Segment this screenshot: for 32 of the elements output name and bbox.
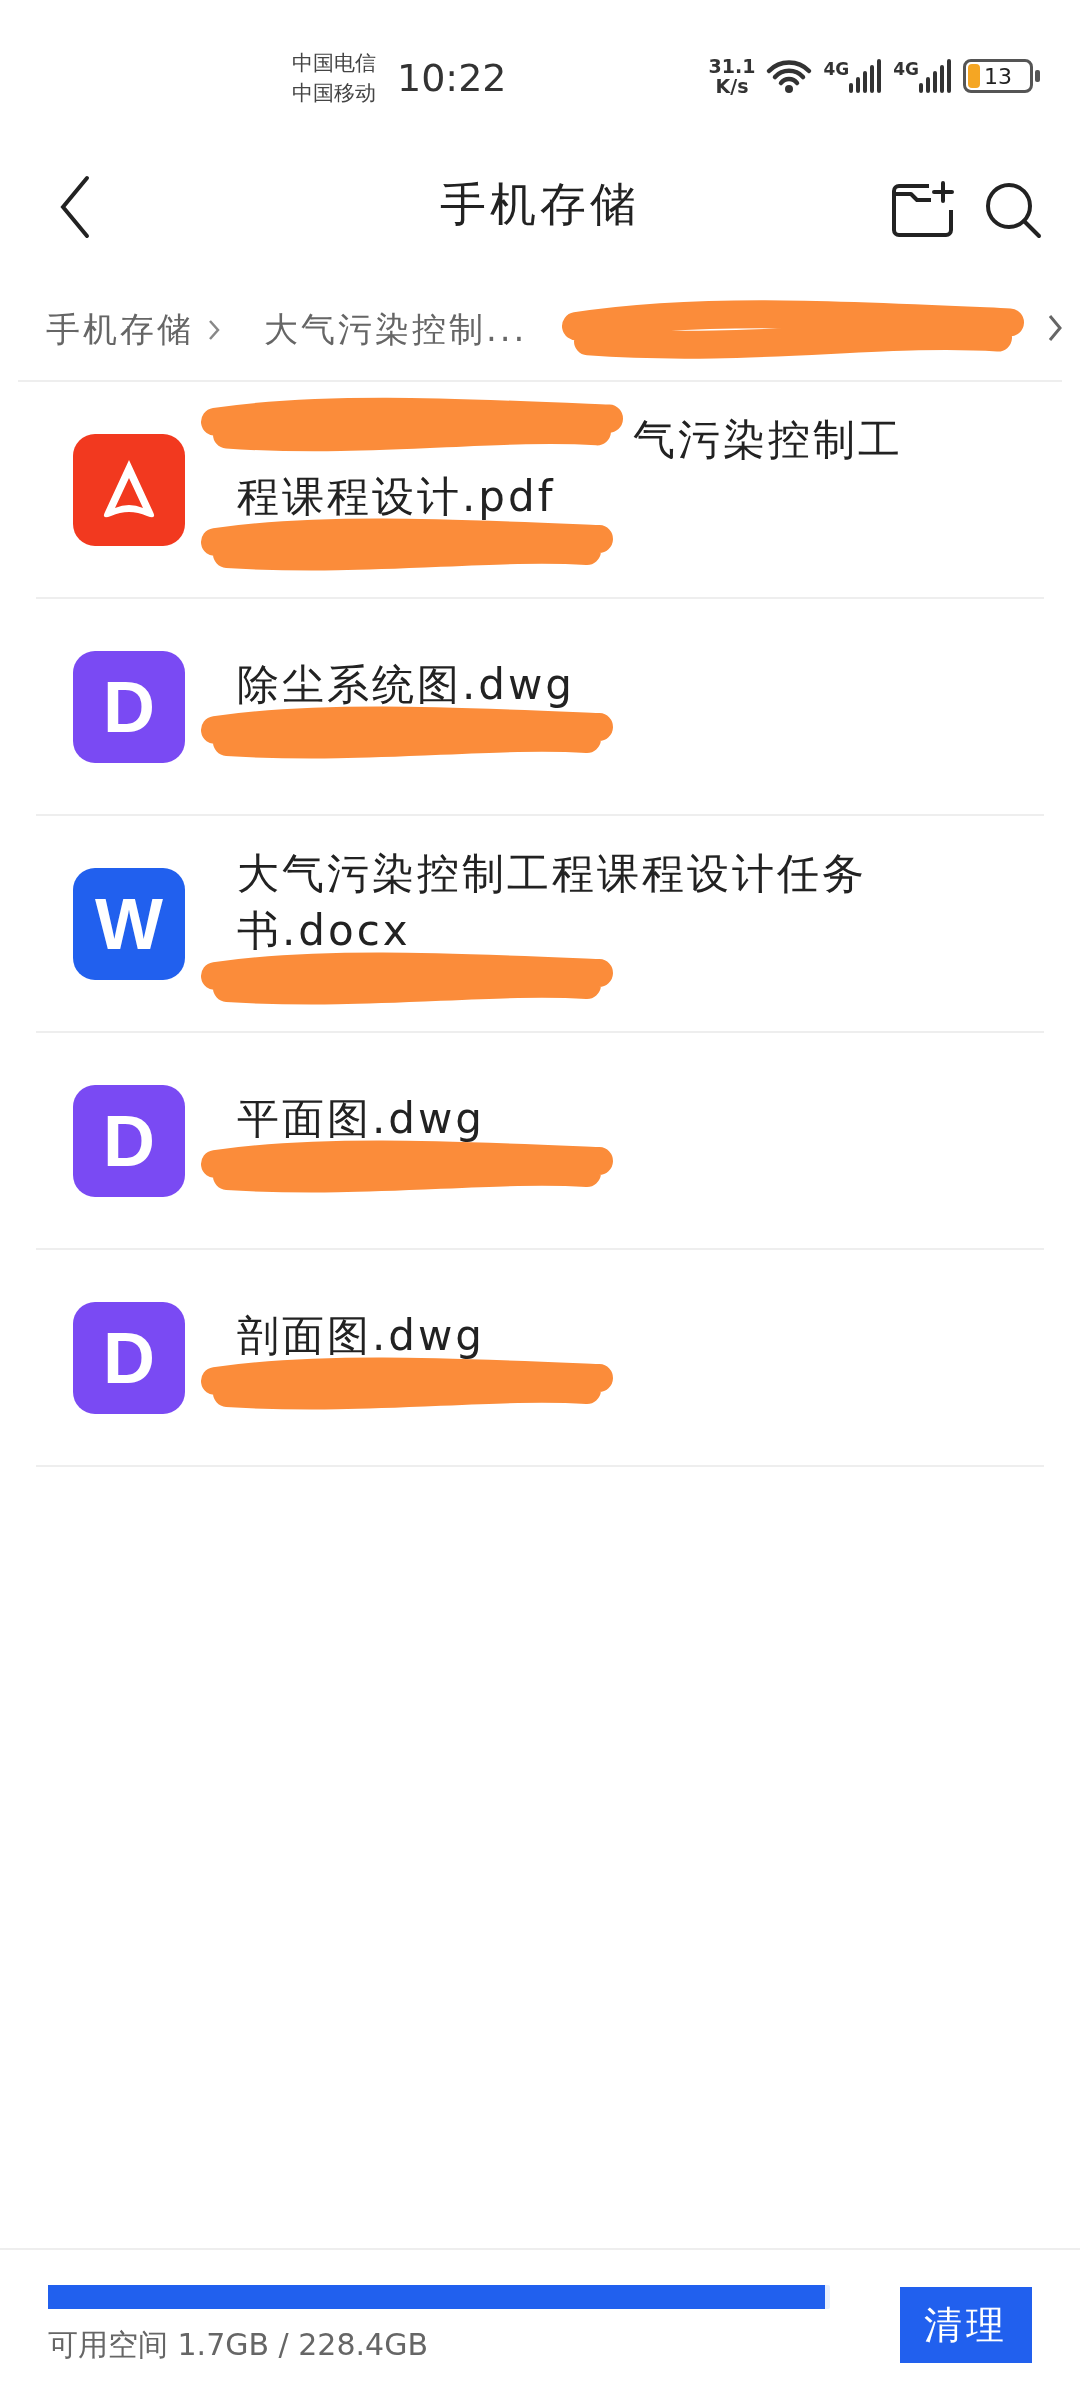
file-row[interactable]: 气污染控制工程课程设计.pdf — [36, 382, 1044, 599]
signal-icon — [919, 59, 953, 93]
file-row[interactable]: W 大气污染控制工程课程设计任务书.docx — [36, 816, 1044, 1033]
file-name: 气污染控制工程课程设计.pdf — [237, 413, 904, 523]
storage-label: 可用空间 1.7GB / 228.4GB — [48, 2325, 429, 2364]
file-type-icon: D — [73, 650, 185, 763]
page-title: 手机存储 — [440, 177, 640, 231]
file-type-icon: D — [73, 1301, 185, 1414]
carrier-name: 中国电信 — [292, 50, 376, 77]
clock: 10:22 — [397, 56, 507, 100]
chevron-icon — [208, 319, 220, 341]
file-name: 除尘系统图.dwg — [237, 659, 577, 711]
wifi-icon — [765, 58, 814, 94]
file-type-icon: D — [73, 1084, 185, 1197]
breadcrumb-item[interactable]: 手机存储 — [46, 307, 194, 353]
chevron-icon — [1048, 314, 1062, 342]
net-speed-unit: K/s — [715, 76, 749, 96]
pdf-file-icon — [73, 433, 185, 546]
breadcrumb-item[interactable]: 大气污染控制... — [264, 307, 528, 353]
file-name: 大气污染控制工程课程设计任务书.docx — [237, 847, 868, 957]
file-row[interactable]: D 除尘系统图.dwg — [36, 599, 1044, 816]
file-name: 剖面图.dwg — [237, 1310, 487, 1362]
clean-button[interactable]: 清理 — [900, 2287, 1032, 2363]
file-row[interactable]: D 平面图.dwg — [36, 1033, 1044, 1250]
file-name: 平面图.dwg — [237, 1093, 487, 1145]
signal-icon — [849, 59, 884, 93]
file-type-icon: W — [73, 867, 185, 980]
carrier-name: 中国移动 — [292, 80, 376, 107]
network-type: 4G — [823, 59, 850, 79]
file-row[interactable]: D 剖面图.dwg — [36, 1250, 1044, 1467]
network-type: 4G — [893, 59, 919, 79]
net-speed: 31.1 — [708, 56, 756, 76]
